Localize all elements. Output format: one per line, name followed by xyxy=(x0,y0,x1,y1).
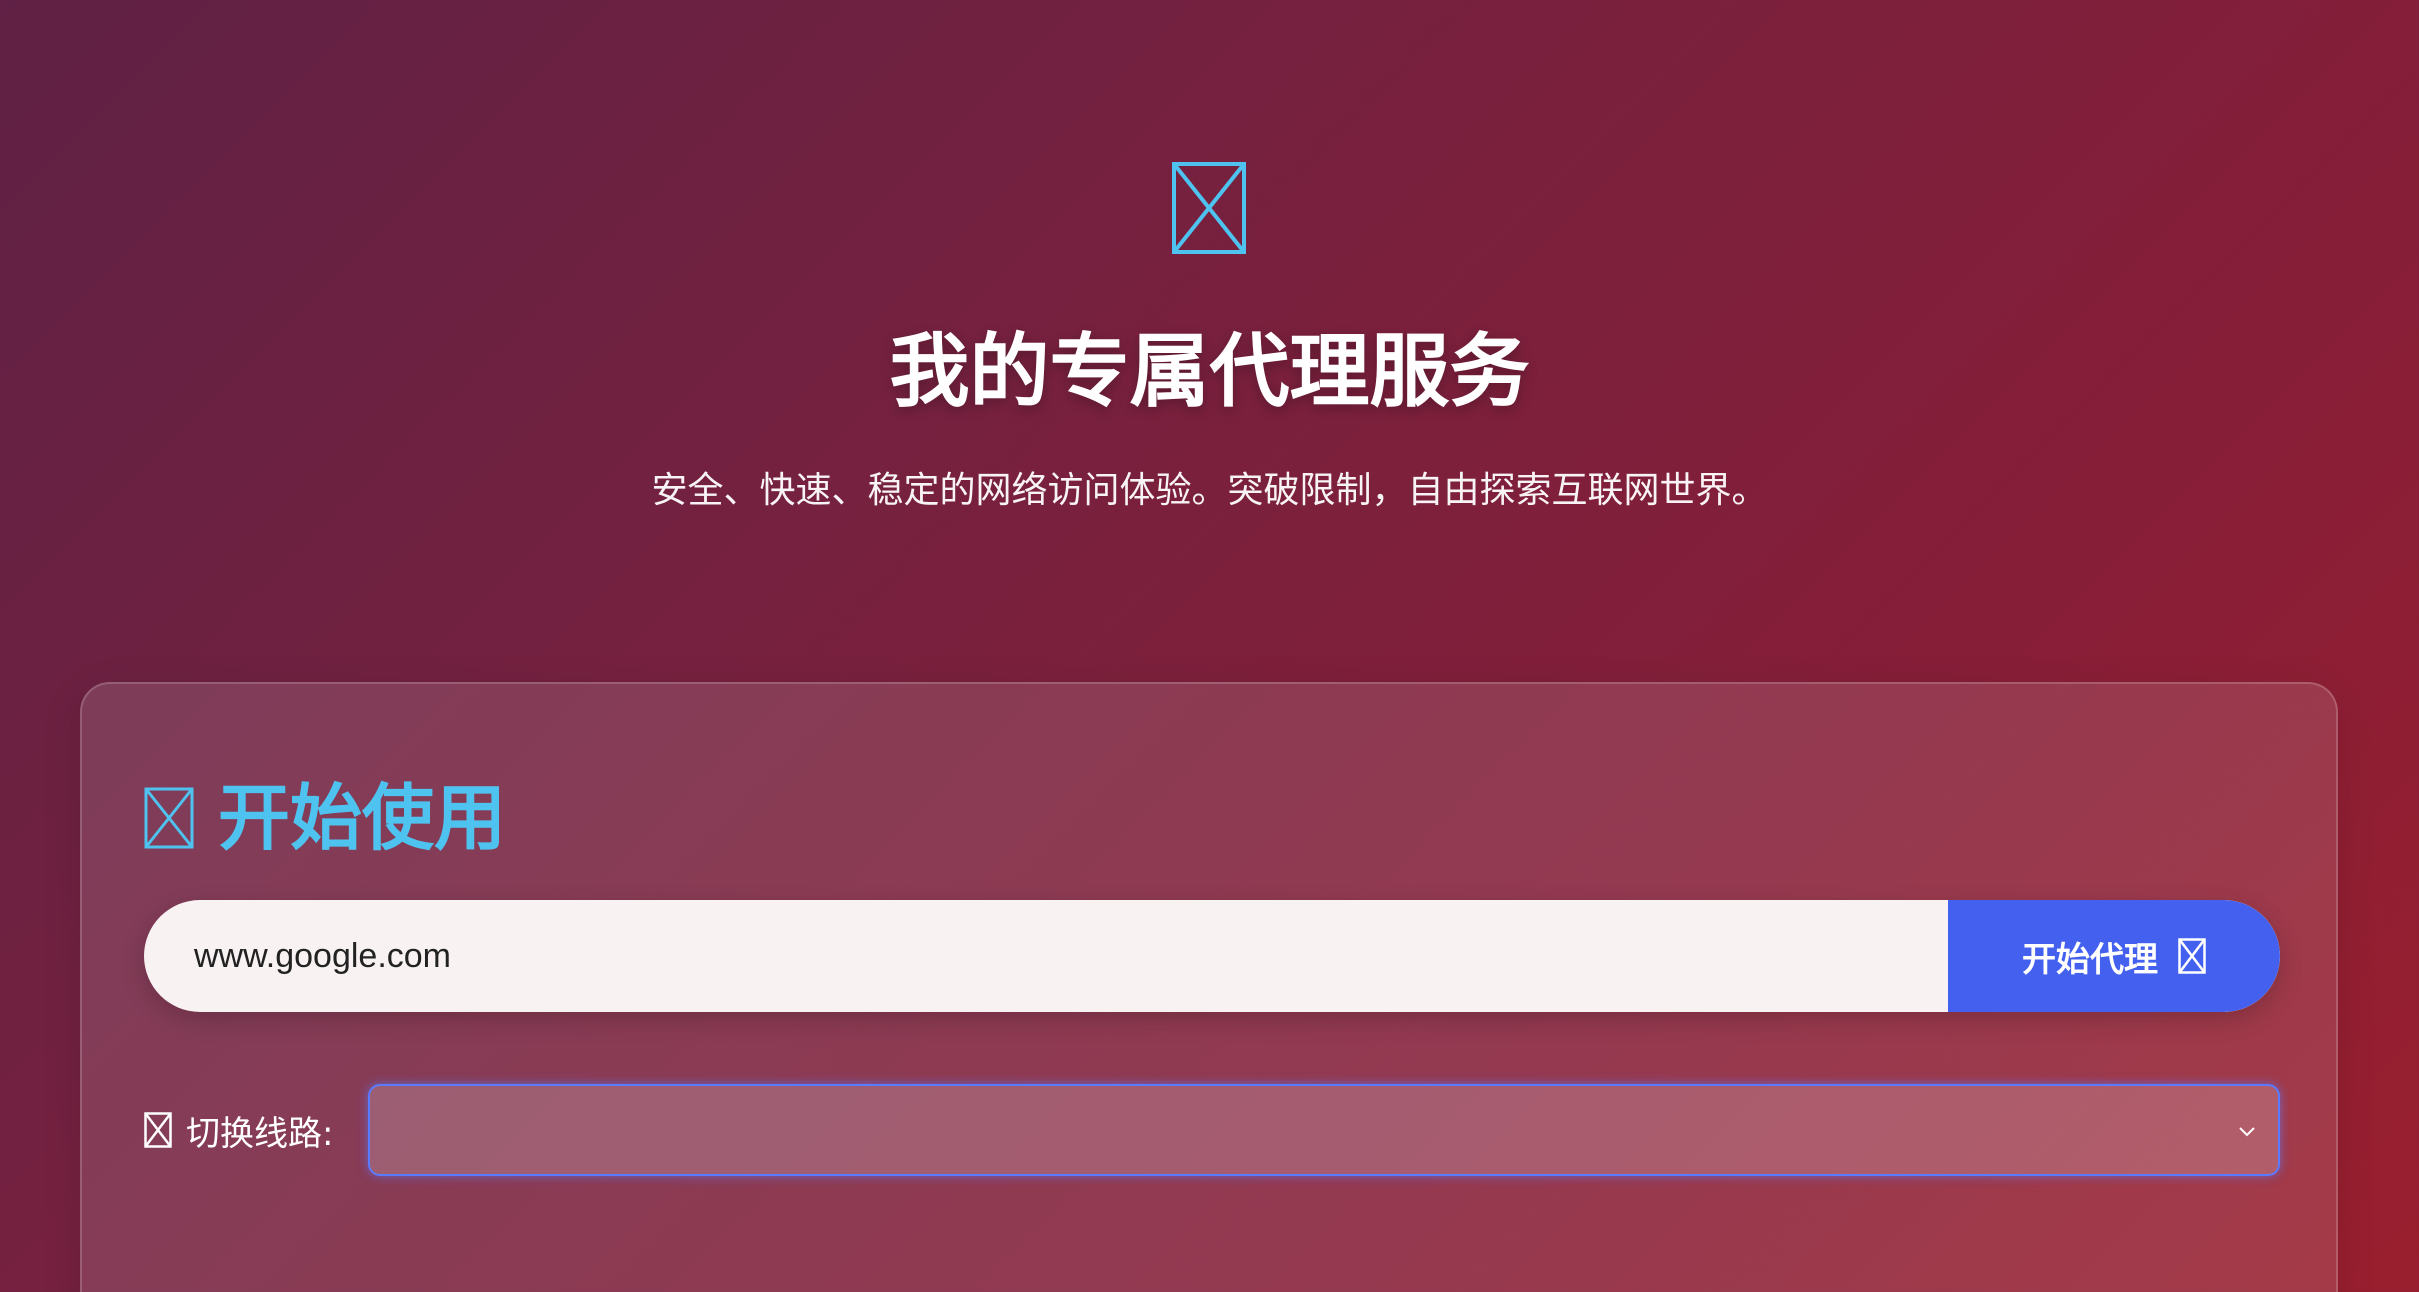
chevron-down-icon xyxy=(2239,1127,2255,1137)
url-input[interactable] xyxy=(144,900,1948,1012)
page-subtitle: 安全、快速、稳定的网络访问体验。突破限制，自由探索互联网世界。 xyxy=(651,470,1768,511)
start-proxy-label: 开始代理 xyxy=(2022,939,2158,980)
page-title: 我的专属代理服务 xyxy=(889,325,1530,418)
url-form: 开始代理 xyxy=(144,900,2280,1012)
card-header: 开始使用 xyxy=(144,768,506,868)
start-proxy-button[interactable]: 开始代理 xyxy=(1948,900,2280,1012)
missing-glyph-icon xyxy=(2178,938,2206,974)
missing-glyph-icon xyxy=(144,1112,172,1148)
line-switch-label: 切换线路: xyxy=(144,1084,333,1176)
get-started-card: 开始使用 开始代理 切换线路: xyxy=(80,682,2338,1292)
line-switch-text: 切换线路: xyxy=(186,1113,334,1154)
missing-glyph-icon xyxy=(1172,162,1246,254)
line-switch-row: 切换线路: xyxy=(144,1084,2280,1176)
card-title: 开始使用 xyxy=(218,776,507,860)
line-select[interactable] xyxy=(368,1084,2280,1176)
missing-glyph-icon xyxy=(144,787,194,849)
